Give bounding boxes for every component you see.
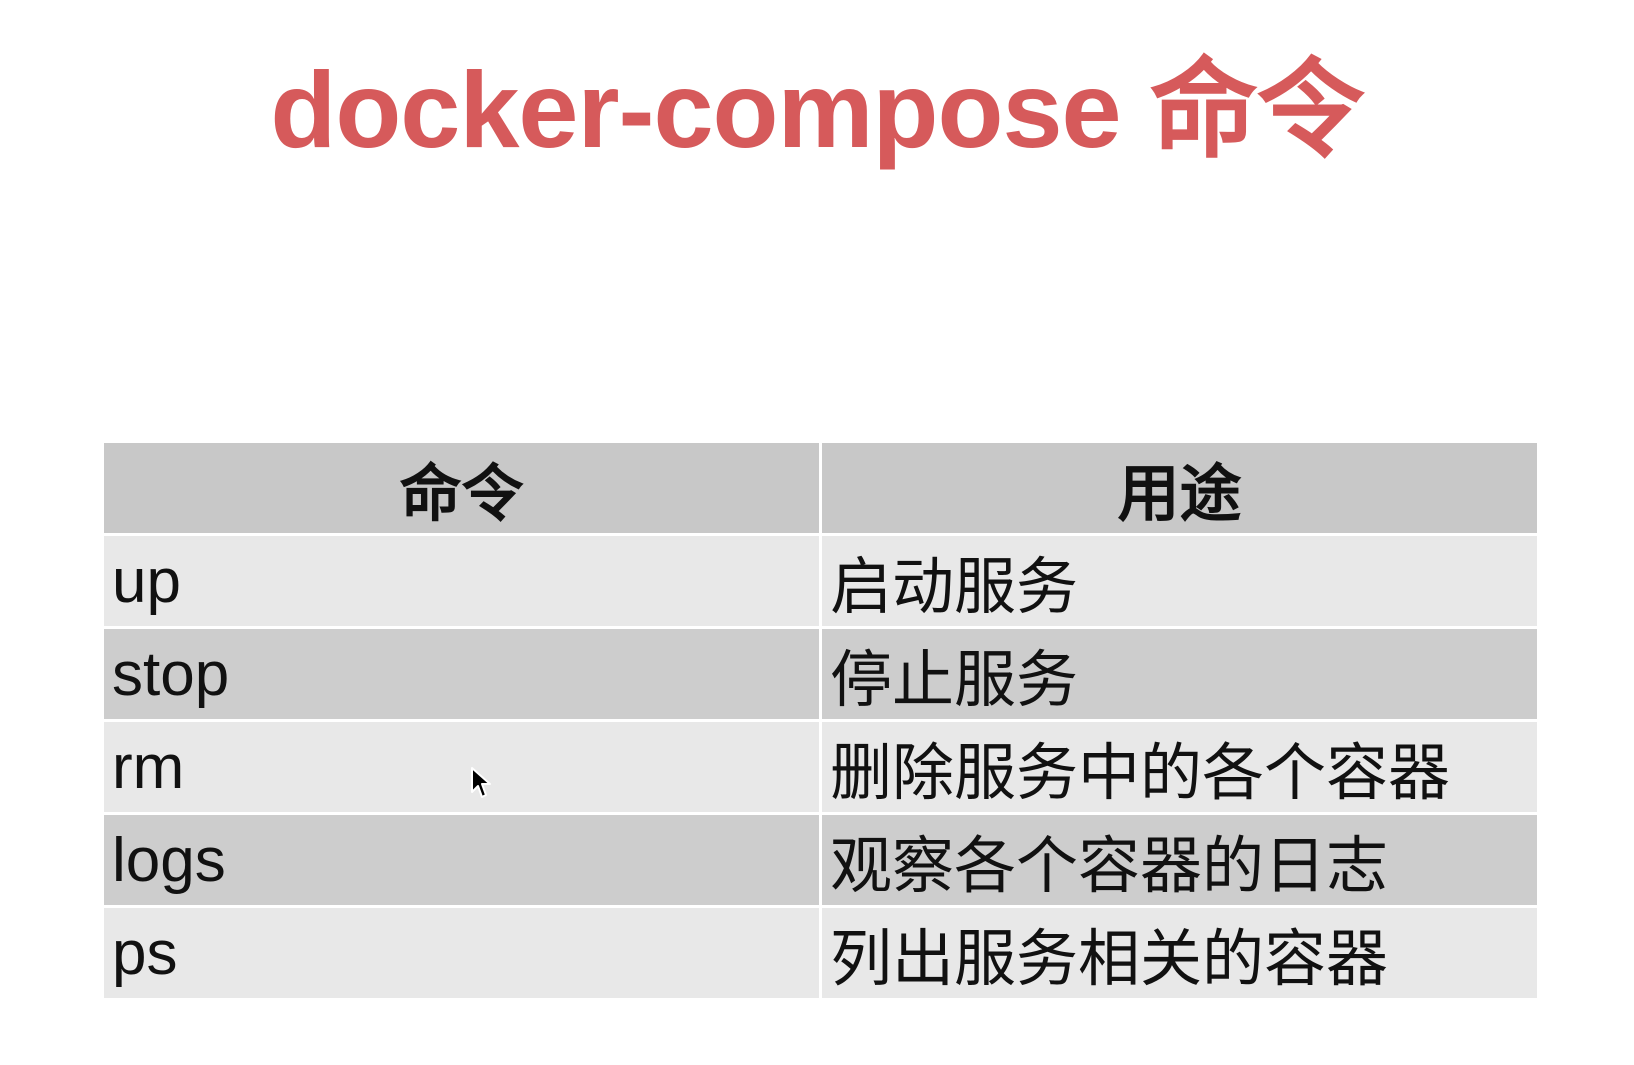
command-cell: logs [101,812,822,908]
purpose-cell: 观察各个容器的日志 [819,812,1540,908]
slide: docker-compose 命令 命令 用途 up 启动服务 stop 停止服… [0,0,1634,1065]
command-cell: up [101,533,822,629]
purpose-cell: 启动服务 [819,533,1540,629]
purpose-cell: 列出服务相关的容器 [819,905,1540,1001]
header-purpose: 用途 [819,440,1540,536]
command-cell: rm [101,719,822,815]
command-cell: stop [101,626,822,722]
table-header-row: 命令 用途 [101,440,1540,536]
header-command: 命令 [101,440,822,536]
table-row: up 启动服务 [101,533,1540,629]
commands-table-container: 命令 用途 up 启动服务 stop 停止服务 rm 删除服务中的各个容器 lo… [101,440,1540,1001]
slide-title: docker-compose 命令 [270,49,1364,170]
table-row: rm 删除服务中的各个容器 [101,719,1540,815]
table-row: stop 停止服务 [101,626,1540,722]
commands-table: 命令 用途 up 启动服务 stop 停止服务 rm 删除服务中的各个容器 lo… [101,440,1540,1001]
table-row: ps 列出服务相关的容器 [101,905,1540,1001]
command-cell: ps [101,905,822,1001]
mouse-pointer-icon [471,767,491,798]
table-row: logs 观察各个容器的日志 [101,812,1540,908]
purpose-cell: 停止服务 [819,626,1540,722]
purpose-cell: 删除服务中的各个容器 [819,719,1540,815]
